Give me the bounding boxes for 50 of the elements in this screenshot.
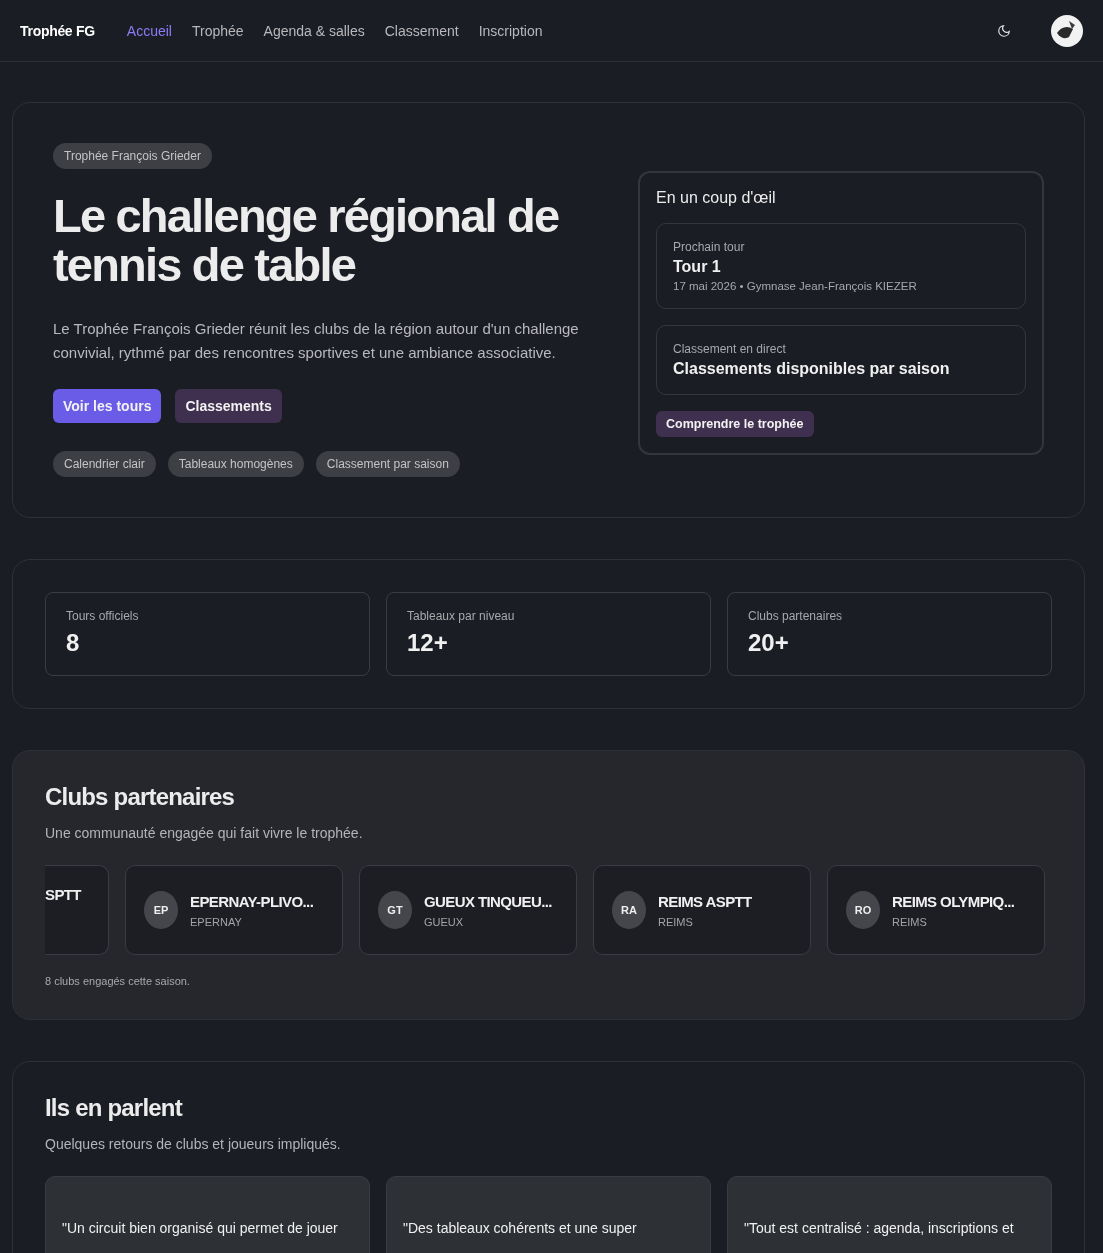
info-value: Classements disponibles par saison	[673, 360, 951, 378]
badge: Trophée François Grieder	[53, 143, 212, 169]
nav-link[interactable]: Inscription	[478, 22, 543, 39]
club-initials: RO	[846, 891, 880, 929]
club-city: REIMS	[892, 915, 928, 928]
trophy-button[interactable]: Comprendre le trophée	[656, 411, 814, 437]
feature-tag: Calendrier clair	[53, 451, 156, 477]
nav-link[interactable]: Agenda & salles	[263, 22, 365, 39]
info-value: Tour 1	[673, 258, 722, 276]
section-subtitle: Une communauté engagée qui fait vivre le trophée.	[45, 825, 364, 841]
info-label: Prochain tour	[673, 240, 746, 254]
moon-icon[interactable]	[997, 23, 1011, 38]
rankings-button[interactable]: Classements	[175, 389, 282, 423]
club-city: EPERNAY	[190, 915, 243, 928]
testimonial-card: "Des tableaux cohérents et une super	[386, 1176, 711, 1253]
stat-value: 8	[66, 629, 81, 657]
stat-value: 20+	[748, 629, 790, 657]
section-subtitle: Quelques retours de clubs et joueurs impliqués.	[45, 1136, 342, 1152]
club-name: REIMS ASPTT	[658, 892, 752, 910]
club-initials: GT	[378, 891, 412, 929]
logo-icon[interactable]	[1051, 14, 1083, 47]
feature-tag: Tableaux homogènes	[167, 451, 304, 477]
feature-tag: Classement par saison	[315, 451, 460, 477]
hero-title: Le challenge régional de tennis de table	[53, 191, 560, 289]
testimonial-card: "Tout est centralisé : agenda, inscriptions et	[727, 1176, 1052, 1253]
club-name: SPTT	[45, 886, 81, 903]
club-initials: EP	[144, 891, 178, 929]
stat-label: Tableaux par niveau	[407, 609, 516, 623]
hero-description: Le Trophée François Grieder réunit les clubs de la région autour d'un challenge convivial, rythmé par des rencontres sportives et une ambiance associative.	[53, 319, 580, 363]
clubs-count: 8 clubs engagés cette saison.	[45, 975, 191, 987]
club-name: GUEUX TINQUEU...	[424, 892, 552, 910]
club-city: REIMS	[658, 915, 694, 928]
stat-label: Tours officiels	[66, 609, 140, 623]
club-city: GUEUX	[424, 915, 465, 928]
club-initials: RA	[612, 891, 646, 929]
info-detail: 17 mai 2026 • Gymnase Jean-François KIEZER	[673, 280, 918, 292]
club-name: REIMS OLYMPIQ...	[892, 892, 1015, 910]
nav-link[interactable]: Accueil	[126, 22, 172, 39]
section-title: Clubs partenaires	[45, 783, 236, 811]
stat-value: 12+	[407, 629, 449, 657]
testimonial-card: "Un circuit bien organisé qui permet de jouer	[45, 1176, 370, 1253]
stat-label: Clubs partenaires	[748, 609, 844, 623]
nav-link[interactable]: Trophée	[191, 22, 244, 39]
club-name: EPERNAY-PLIVO...	[190, 892, 314, 910]
panel-title: En un coup d'œil	[656, 189, 777, 207]
brand-name[interactable]: Trophée FG	[20, 22, 95, 39]
info-label: Classement en direct	[673, 342, 787, 356]
tours-button[interactable]: Voir les tours	[53, 389, 162, 423]
section-title: Ils en parlent	[45, 1094, 184, 1122]
nav-link[interactable]: Classement	[384, 22, 459, 39]
